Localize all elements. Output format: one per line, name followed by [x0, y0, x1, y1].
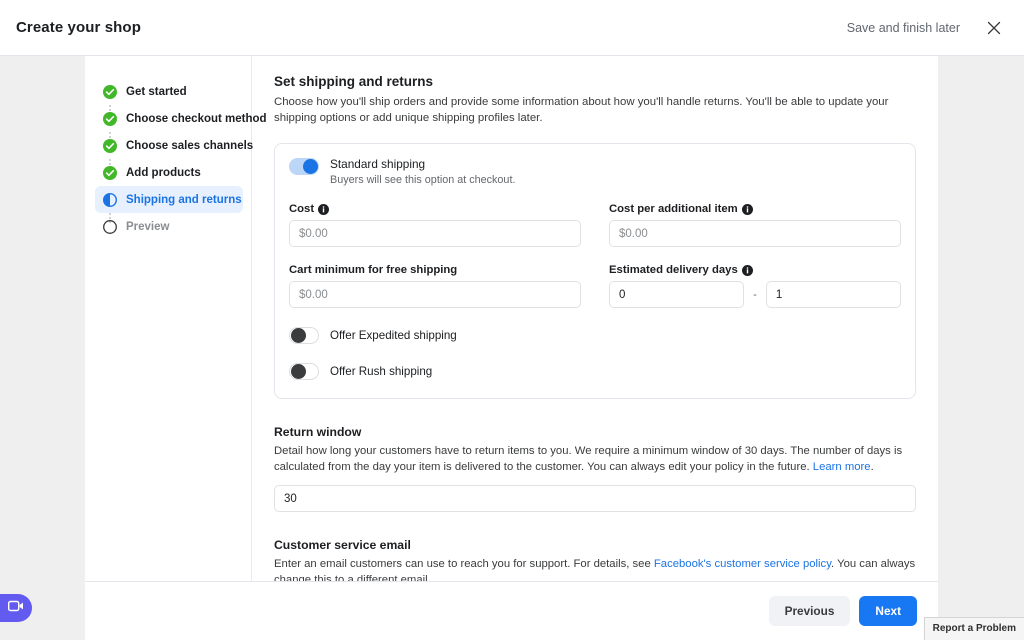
cost-label-text: Cost	[289, 203, 315, 216]
return-window-description: Detail how long your customers have to r…	[274, 443, 916, 475]
expedited-shipping-label: Offer Expedited shipping	[330, 328, 457, 342]
cart-minimum-delivery-row: Cart minimum for free shipping Estimated…	[289, 264, 902, 309]
page-title: Create your shop	[16, 19, 141, 36]
section-description: Choose how you'll ship orders and provid…	[274, 96, 889, 125]
cost-field-group: Cost	[289, 203, 581, 248]
expedited-shipping-row: Offer Expedited shipping	[289, 326, 901, 345]
info-icon[interactable]	[318, 203, 330, 215]
rush-shipping-toggle[interactable]	[289, 363, 319, 381]
info-icon[interactable]	[741, 264, 753, 276]
delivery-days-min-input[interactable]	[609, 281, 745, 309]
screen-recorder-badge[interactable]	[0, 594, 32, 622]
save-and-finish-later-button[interactable]: Save and finish later	[841, 17, 966, 39]
customer-service-email-description-text: Enter an email customers can use to reac…	[274, 558, 654, 571]
rush-shipping-row: Offer Rush shipping	[289, 362, 901, 381]
wizard-panel: Get started Choose checkout method Choos…	[85, 56, 938, 640]
page-area: Get started Choose checkout method Choos…	[0, 56, 1024, 640]
sidebar-item-preview[interactable]: Preview	[95, 213, 243, 240]
expedited-shipping-toggle[interactable]	[289, 327, 319, 345]
sidebar-item-label: Add products	[126, 166, 201, 179]
cart-minimum-group: Cart minimum for free shipping	[289, 264, 581, 309]
rush-shipping-label: Offer Rush shipping	[330, 364, 433, 378]
toggle-knob	[291, 364, 306, 380]
previous-button[interactable]: Previous	[768, 596, 851, 626]
estimated-delivery-days-label: Estimated delivery days	[609, 264, 901, 276]
delivery-days-max-input[interactable]	[765, 281, 902, 309]
customer-service-email-heading: Customer service email	[274, 538, 411, 553]
customer-service-policy-link[interactable]: Facebook's customer service policy	[654, 558, 831, 570]
return-window-section: Return window Detail how long your custo…	[274, 425, 916, 513]
standard-shipping-card: Standard shipping Buyers will see this o…	[274, 143, 916, 400]
return-window-description-text: Detail how long your customers have to r…	[274, 445, 903, 474]
standard-shipping-label: Standard shipping	[330, 157, 426, 172]
sidebar-item-label: Choose sales channels	[126, 139, 254, 152]
info-icon[interactable]	[741, 203, 753, 215]
next-button[interactable]: Next	[859, 596, 917, 626]
sidebar-item-label: Preview	[126, 220, 170, 233]
panel-body: Get started Choose checkout method Choos…	[85, 56, 938, 581]
standard-shipping-toggle[interactable]	[289, 158, 319, 176]
cost-per-additional-item-label-text: Cost per additional item	[609, 203, 738, 216]
cost-label: Cost	[289, 203, 581, 215]
check-circle-icon	[103, 84, 117, 99]
learn-more-link[interactable]: Learn more	[813, 461, 871, 473]
half-circle-icon	[102, 192, 118, 207]
sidebar-item-shipping-and-returns[interactable]: Shipping and returns	[95, 186, 243, 213]
section-heading: Set shipping and returns	[274, 74, 434, 89]
cost-fields-row: Cost Cost per additional item	[289, 203, 901, 248]
sidebar-item-label: Shipping and returns	[126, 193, 242, 206]
close-icon[interactable]	[980, 14, 1008, 42]
wizard-footer: Previous Next	[85, 581, 938, 640]
create-shop-window: Create your shop Save and finish later G…	[0, 0, 1024, 640]
customer-service-email-description: Enter an email customers can use to reac…	[274, 556, 916, 581]
cart-minimum-label-text: Cart minimum for free shipping	[289, 264, 458, 277]
video-camera-icon	[7, 599, 24, 617]
toggle-knob	[291, 328, 306, 344]
return-window-input[interactable]	[274, 485, 916, 513]
top-bar: Create your shop Save and finish later	[0, 0, 1024, 56]
shipping-content: Set shipping and returns Choose how you'…	[252, 56, 938, 581]
estimated-delivery-days-group: Estimated delivery days -	[609, 264, 902, 309]
customer-service-email-section: Customer service email Enter an email cu…	[274, 538, 916, 581]
report-a-problem-button[interactable]: Report a Problem	[923, 617, 1024, 640]
sidebar-item-label: Get started	[126, 85, 187, 98]
cost-per-additional-item-label: Cost per additional item	[609, 203, 901, 215]
delivery-days-range: -	[609, 281, 902, 309]
cart-minimum-label: Cart minimum for free shipping	[289, 264, 581, 276]
sidebar-item-choose-sales-channels[interactable]: Choose sales channels	[95, 132, 253, 159]
estimated-delivery-days-label-text: Estimated delivery days	[609, 264, 738, 277]
return-window-heading: Return window	[274, 425, 362, 440]
standard-shipping-row: Standard shipping Buyers will see this o…	[289, 157, 901, 186]
standard-shipping-subtitle: Buyers will see this option at checkout.	[330, 174, 516, 187]
empty-circle-icon	[103, 219, 117, 234]
check-circle-icon	[103, 165, 117, 180]
stepper-sidebar: Get started Choose checkout method Choos…	[85, 56, 267, 581]
sidebar-item-add-products[interactable]: Add products	[95, 159, 243, 186]
sidebar-item-label: Choose checkout method	[126, 112, 267, 125]
range-separator: -	[753, 288, 757, 301]
check-circle-icon	[103, 138, 117, 153]
check-circle-icon	[103, 111, 117, 126]
top-bar-actions: Save and finish later	[841, 14, 1008, 42]
cost-per-additional-item-group: Cost per additional item	[609, 203, 901, 248]
sidebar-item-choose-checkout-method[interactable]: Choose checkout method	[95, 105, 267, 132]
cost-input[interactable]	[289, 220, 581, 248]
sidebar-item-get-started[interactable]: Get started	[95, 78, 243, 105]
return-window-description-suffix: .	[870, 461, 874, 474]
cart-minimum-input[interactable]	[289, 281, 581, 309]
toggle-knob	[303, 159, 318, 175]
cost-per-additional-item-input[interactable]	[609, 220, 901, 248]
